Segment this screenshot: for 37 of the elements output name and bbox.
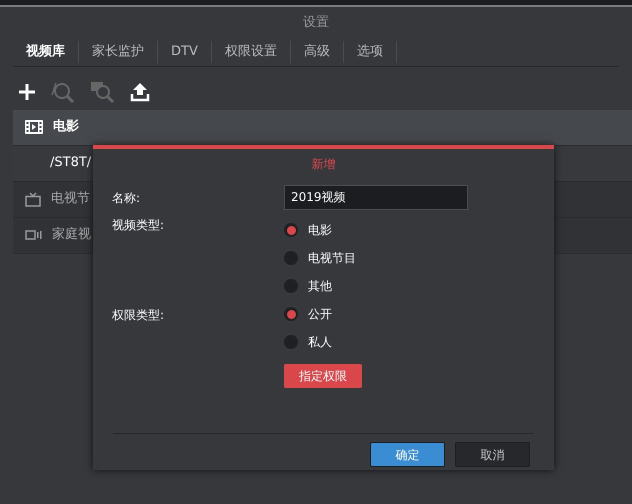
field-label: 视频类型: [112, 217, 166, 234]
library-row[interactable]: 电影 [13, 110, 632, 146]
radio-button[interactable] [284, 251, 298, 265]
tv-icon [25, 192, 41, 206]
dialog-title: 新增 [312, 156, 336, 173]
library-label: 电视节 [51, 190, 90, 208]
cancel-button[interactable]: 取消 [455, 442, 530, 467]
tab[interactable]: DTV [158, 41, 212, 63]
confirm-button[interactable]: 确定 [370, 442, 445, 467]
window-title: 设置 [303, 14, 329, 32]
radio-label: 公开 [308, 306, 332, 323]
radio-button[interactable] [284, 307, 298, 321]
camera-icon [25, 230, 42, 240]
library-label: 家庭视 [52, 226, 91, 244]
name-field[interactable]: 2019视频 [284, 185, 468, 210]
library-label: /ST8T/ [50, 154, 92, 172]
image-search-icon[interactable] [90, 80, 116, 102]
radio-button[interactable] [284, 223, 298, 237]
tab[interactable]: 选项 [344, 41, 397, 63]
radio-button[interactable] [284, 335, 298, 349]
field-label: 权限类型: [112, 307, 166, 324]
search-icon[interactable] [50, 80, 76, 102]
tab[interactable]: 家长监护 [79, 41, 158, 63]
radio-label: 私人 [308, 334, 332, 351]
library-label: 电影 [53, 118, 79, 136]
field-label: 名称: [112, 190, 142, 207]
tab[interactable]: 视频库 [13, 41, 79, 63]
radio-button[interactable] [284, 279, 298, 293]
assign-permission-button[interactable]: 指定权限 [284, 364, 362, 388]
upload-icon[interactable] [130, 82, 150, 102]
radio-label: 电影 [308, 222, 332, 239]
radio-label: 电视节目 [308, 250, 356, 267]
tab[interactable]: 高级 [290, 41, 344, 63]
add-icon[interactable] [18, 82, 36, 100]
radio-label: 其他 [308, 278, 332, 295]
tab[interactable]: 权限设置 [212, 41, 291, 63]
film-icon [25, 120, 43, 134]
